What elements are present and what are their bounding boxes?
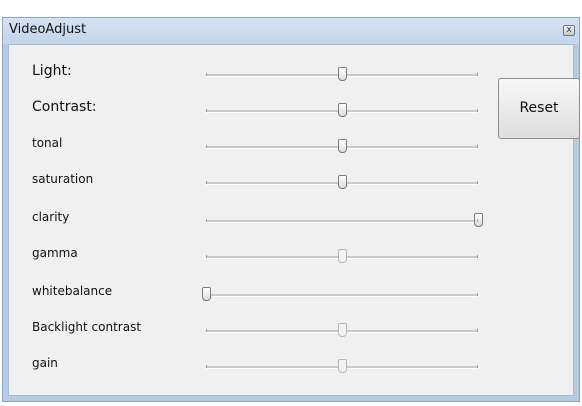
slider-row-tonal: tonal xyxy=(9,127,509,163)
clarity-label: clarity xyxy=(32,210,70,224)
gamma-slider[interactable] xyxy=(206,249,478,263)
backlight-contrast-slider-thumb[interactable] xyxy=(338,323,347,337)
tonal-slider[interactable] xyxy=(206,139,478,153)
gain-slider-thumb[interactable] xyxy=(338,359,347,373)
gamma-slider-thumb[interactable] xyxy=(338,249,347,263)
window-title: VideoAdjust xyxy=(9,22,87,37)
whitebalance-label: whitebalance xyxy=(32,284,113,298)
slider-row-clarity: clarity xyxy=(9,201,509,237)
dialog-content: Light: Contrast: tonal saturation clarit xyxy=(8,44,580,396)
video-adjust-window: VideoAdjust x Light: Contrast: tonal sat… xyxy=(2,17,580,402)
whitebalance-slider-thumb[interactable] xyxy=(202,287,211,301)
backlight-contrast-slider[interactable] xyxy=(206,323,478,337)
contrast-slider-thumb[interactable] xyxy=(338,103,347,117)
gamma-label: gamma xyxy=(32,246,78,260)
clarity-slider-thumb[interactable] xyxy=(474,213,483,227)
slider-row-backlight-contrast: Backlight contrast xyxy=(9,311,509,347)
slider-row-whitebalance: whitebalance xyxy=(9,275,509,311)
slider-row-saturation: saturation xyxy=(9,163,509,199)
saturation-slider[interactable] xyxy=(206,175,478,189)
light-slider[interactable] xyxy=(206,67,478,81)
title-bar[interactable]: VideoAdjust x xyxy=(3,18,579,44)
backlight-contrast-label: Backlight contrast xyxy=(32,320,142,334)
slider-row-light: Light: xyxy=(9,55,509,91)
whitebalance-slider[interactable] xyxy=(202,287,478,301)
contrast-slider[interactable] xyxy=(206,103,478,117)
contrast-label: Contrast: xyxy=(32,99,97,115)
slider-row-contrast: Contrast: xyxy=(9,91,509,127)
tonal-label: tonal xyxy=(32,136,63,150)
light-slider-thumb[interactable] xyxy=(338,67,347,81)
saturation-slider-thumb[interactable] xyxy=(338,175,347,189)
reset-button[interactable]: Reset xyxy=(498,78,580,139)
tonal-slider-thumb[interactable] xyxy=(338,139,347,153)
light-label: Light: xyxy=(32,63,72,79)
saturation-label: saturation xyxy=(32,172,94,186)
clarity-slider[interactable] xyxy=(206,213,483,227)
slider-row-gamma: gamma xyxy=(9,237,509,273)
slider-row-gain: gain xyxy=(9,347,509,383)
gain-label: gain xyxy=(32,356,58,370)
close-button[interactable]: x xyxy=(563,25,575,36)
close-icon: x xyxy=(566,25,572,35)
gain-slider[interactable] xyxy=(206,359,478,373)
